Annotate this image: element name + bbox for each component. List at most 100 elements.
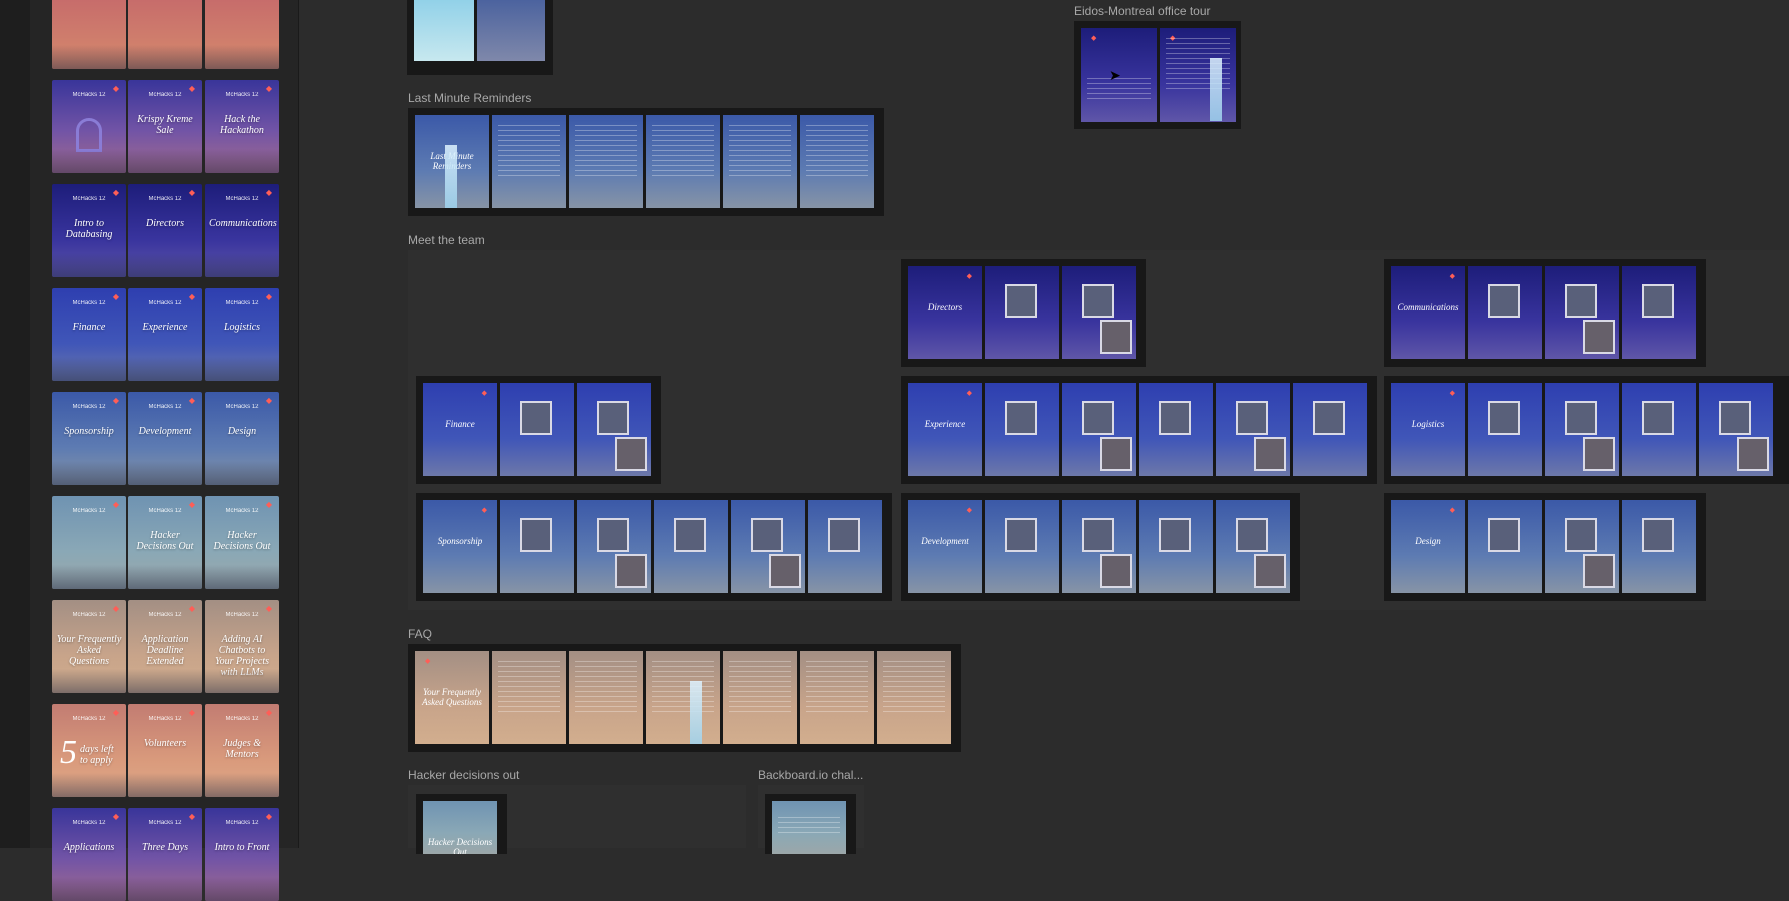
page-thumbnail[interactable]: ◆ McHacks 12 Communications bbox=[205, 184, 279, 277]
section-label-faq[interactable]: FAQ bbox=[408, 627, 432, 641]
waterfall-icon bbox=[445, 145, 457, 208]
team-title: Design bbox=[1415, 536, 1441, 546]
section-label-backboard[interactable]: Backboard.io chal... bbox=[758, 768, 863, 782]
frame-schedule[interactable] bbox=[407, 0, 553, 75]
frame-sponsorship[interactable]: ◆ Sponsorship bbox=[416, 493, 892, 601]
thumbnail-ground bbox=[52, 877, 126, 901]
page-thumbnail[interactable]: ◆ McHacks 12 Finance bbox=[52, 288, 126, 381]
frame-finance[interactable]: ◆ Finance bbox=[416, 376, 661, 484]
frame-directors[interactable]: ◆ Directors bbox=[901, 259, 1146, 367]
team-slide bbox=[1062, 383, 1136, 476]
team-slide bbox=[1468, 266, 1542, 359]
frame-backboard[interactable] bbox=[765, 794, 856, 854]
page-thumbnail[interactable]: ◆ McHacks 12 Your Frequently Asked Questio… bbox=[52, 600, 126, 693]
page-thumbnail[interactable]: ◆McHacks 12 bbox=[52, 80, 126, 173]
team-slide bbox=[1468, 500, 1542, 593]
page-thumbnail[interactable]: ◆ McHacks 12 Applications bbox=[52, 808, 126, 901]
frame-experience[interactable]: ◆ Experience bbox=[901, 376, 1377, 484]
page-thumbnail[interactable]: ◆ McHacks 12 Three Days bbox=[128, 808, 202, 901]
team-slide: ◆ Communications bbox=[1391, 266, 1465, 359]
team-slide bbox=[1545, 383, 1619, 476]
frame-eidos[interactable]: ◆➤ ◆ bbox=[1074, 21, 1241, 129]
thumbnail-logo: McHacks 12 bbox=[148, 300, 182, 306]
page-thumbnail[interactable]: ◆ McHacks 12 Hacker Decisions Out bbox=[205, 496, 279, 589]
thumbnail-title: Experience bbox=[142, 322, 188, 333]
thumbnail-logo: McHacks 12 bbox=[148, 716, 182, 722]
thumbnail-ground bbox=[52, 773, 126, 797]
slide-text-lines bbox=[806, 125, 868, 179]
page-thumbnail[interactable]: ◆McHacks 12 bbox=[205, 0, 279, 69]
frame-reminders[interactable]: Last Minute Reminders bbox=[408, 108, 884, 216]
section-label-hacker[interactable]: Hacker decisions out bbox=[408, 768, 519, 782]
frame-design[interactable]: ◆ Design bbox=[1384, 493, 1706, 601]
team-slide bbox=[500, 383, 574, 476]
page-thumbnail[interactable]: ◆ McHacks 12 5 days left to apply bbox=[52, 704, 126, 797]
page-thumbnail[interactable]: ◆ McHacks 12 Judges & Mentors bbox=[205, 704, 279, 797]
thumbnail-ground bbox=[128, 773, 202, 797]
thumbnail-logo: McHacks 12 bbox=[225, 612, 259, 618]
page-thumbnail[interactable]: ◆ McHacks 12 Krispy Kreme Sale bbox=[128, 80, 202, 173]
team-slide bbox=[1622, 383, 1696, 476]
pages-panel[interactable]: ◆McHacks 12◆McHacks 12◆McHacks 12◆McHack… bbox=[30, 0, 298, 901]
reminder-slide: Last Minute Reminders bbox=[415, 115, 489, 208]
page-thumbnail[interactable]: ◆McHacks 12 bbox=[52, 496, 126, 589]
page-thumbnail[interactable]: ◆ McHacks 12 Adding AI Chatbots to Your Pr… bbox=[205, 600, 279, 693]
team-slide: ◆ Sponsorship bbox=[423, 500, 497, 593]
slide-text-lines bbox=[652, 661, 714, 715]
section-team[interactable]: ◆ Directors ◆ Communications ◆ Finance ◆ Exp… bbox=[408, 250, 1789, 610]
thumbnail-logo: McHacks 12 bbox=[225, 92, 259, 98]
member-photo bbox=[1254, 554, 1286, 588]
thumbnail-title: Hacker Decisions Out bbox=[213, 530, 271, 552]
page-thumbnail[interactable]: ◆ McHacks 12 Hacker Decisions Out bbox=[128, 496, 202, 589]
faq-slide bbox=[492, 651, 566, 744]
member-photo bbox=[1082, 518, 1114, 552]
page-thumbnail[interactable]: ◆ McHacks 12 Logistics bbox=[205, 288, 279, 381]
member-photo bbox=[1100, 320, 1132, 354]
faq-slide bbox=[646, 651, 720, 744]
section-hacker[interactable]: Hacker Decisions Out bbox=[408, 785, 746, 854]
team-title: Communications bbox=[1397, 302, 1459, 312]
page-thumbnail[interactable]: ◆ McHacks 12 Volunteers bbox=[128, 704, 202, 797]
thumbnail-title: Intro to Databasing bbox=[65, 218, 113, 240]
team-title: Finance bbox=[445, 419, 475, 429]
thumbnail-ground bbox=[52, 45, 126, 69]
page-thumbnail[interactable]: ◆ McHacks 12 Design bbox=[205, 392, 279, 485]
frame-faq[interactable]: ◆ Your Frequently Asked Questions bbox=[408, 644, 961, 752]
page-thumbnail[interactable]: ◆ McHacks 12 Sponsorship bbox=[52, 392, 126, 485]
section-label-team[interactable]: Meet the team bbox=[408, 233, 485, 247]
frame-communications[interactable]: ◆ Communications bbox=[1384, 259, 1706, 367]
page-thumbnail[interactable]: ◆ McHacks 12 Experience bbox=[128, 288, 202, 381]
page-thumbnail[interactable]: ◆ McHacks 12 Hack the Hackathon bbox=[205, 80, 279, 173]
thumbnail-ground bbox=[205, 45, 279, 69]
section-backboard[interactable] bbox=[758, 785, 864, 854]
frame-logistics[interactable]: ◆ Logistics bbox=[1384, 376, 1789, 484]
team-slide: ◆ Finance bbox=[423, 383, 497, 476]
page-thumbnail[interactable]: ◆McHacks 12 bbox=[128, 0, 202, 69]
thumbnail-title: Your Frequently Asked Questions bbox=[56, 634, 122, 667]
section-label-reminders[interactable]: Last Minute Reminders bbox=[408, 91, 531, 105]
thumbnail-title: Hack the Hackathon bbox=[220, 114, 264, 136]
thumbnail-logo: McHacks 12 bbox=[148, 820, 182, 826]
section-label-eidos[interactable]: Eidos-Montreal office tour bbox=[1074, 4, 1211, 18]
thumbnail-logo: McHacks 12 bbox=[72, 196, 106, 202]
team-title: Directors bbox=[927, 302, 963, 312]
team-slide bbox=[808, 500, 882, 593]
team-slide bbox=[1622, 266, 1696, 359]
page-thumbnail[interactable]: ◆ McHacks 12 Application Deadline Extended bbox=[128, 600, 202, 693]
canvas[interactable]: Eidos-Montreal office tour ◆➤ ◆ Last Min… bbox=[299, 0, 1789, 854]
page-thumbnail[interactable]: ◆ McHacks 12 Development bbox=[128, 392, 202, 485]
frame-development[interactable]: ◆ Development bbox=[901, 493, 1300, 601]
thumbnail-title: Development bbox=[138, 426, 192, 437]
frame-hacker[interactable]: Hacker Decisions Out bbox=[416, 794, 507, 854]
page-thumbnail[interactable]: ◆McHacks 12 bbox=[52, 0, 126, 69]
team-slide bbox=[1622, 500, 1696, 593]
page-thumbnail[interactable]: ◆ McHacks 12 Intro to Databasing bbox=[52, 184, 126, 277]
bird-icon: ◆ bbox=[481, 506, 487, 514]
team-slide bbox=[1062, 266, 1136, 359]
page-thumbnail[interactable]: ◆ McHacks 12 Intro to Front bbox=[205, 808, 279, 901]
thumbnail-logo: McHacks 12 bbox=[72, 92, 106, 98]
thumbnail-logo: McHacks 12 bbox=[225, 404, 259, 410]
team-slide bbox=[654, 500, 728, 593]
page-thumbnail[interactable]: ◆ McHacks 12 Directors bbox=[128, 184, 202, 277]
team-title: Sponsorship bbox=[437, 536, 483, 546]
